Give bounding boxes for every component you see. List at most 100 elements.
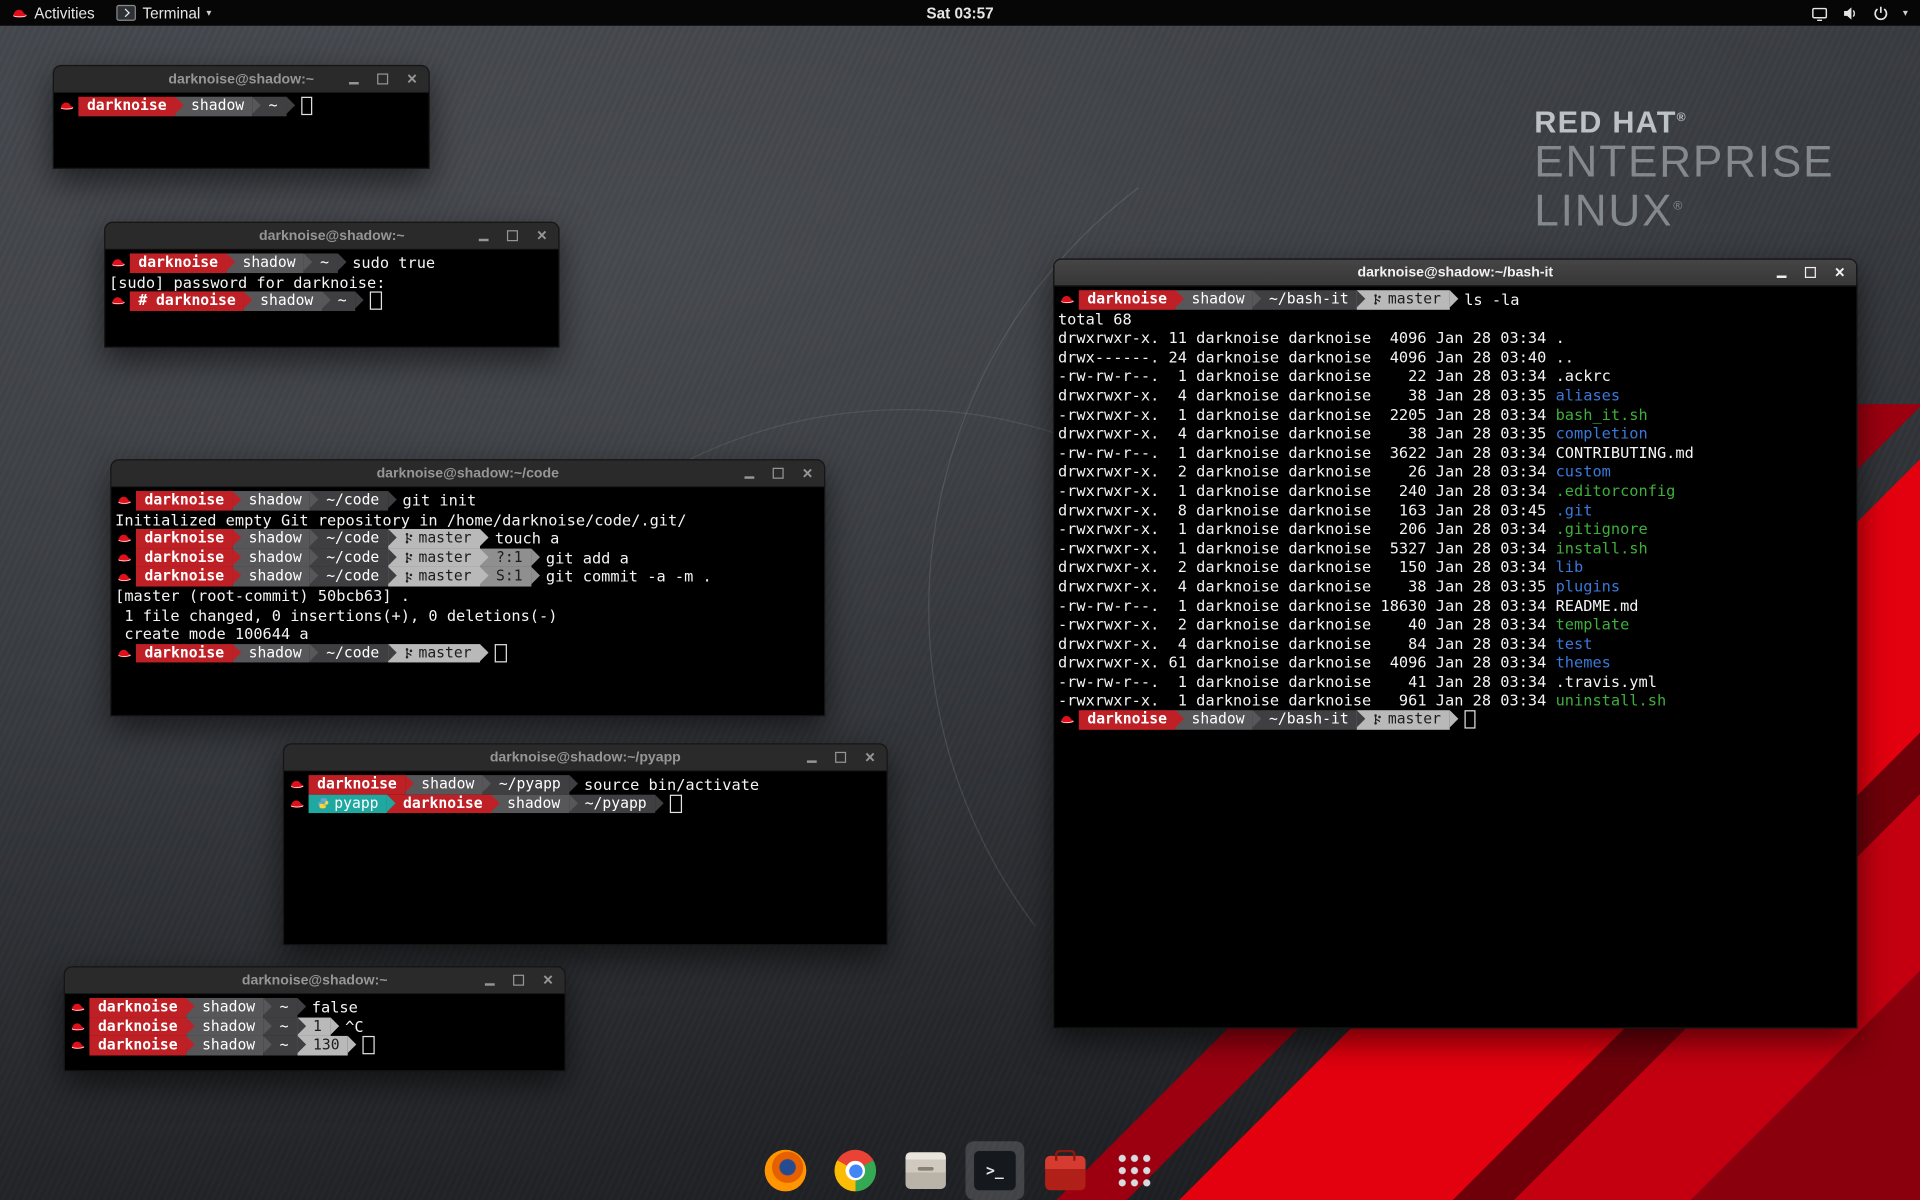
output-line: -rwxrwxr-x. 1 darknoise darknoise 5327 J… xyxy=(1058,538,1853,557)
segment-label: ~/bash-it xyxy=(1269,710,1349,729)
terminal-window[interactable]: darknoise@shadow:~/code×darknoiseshadow~… xyxy=(110,459,825,716)
segment-label: ~/pyapp xyxy=(499,775,561,794)
segment-label: ~/code xyxy=(326,567,379,586)
prompt-line: darknoiseshadow~sudo true xyxy=(109,253,555,272)
volume-icon[interactable] xyxy=(1842,4,1859,21)
dock-item-files[interactable] xyxy=(903,1149,947,1193)
output-text: -rw-rw-r--. 1 darknoise darknoise 22 Jan… xyxy=(1058,367,1556,385)
terminal-window[interactable]: darknoise@shadow:~×darknoiseshadow~ xyxy=(53,65,430,169)
redhat-icon xyxy=(289,798,305,809)
output-line: -rwxrwxr-x. 1 darknoise darknoise 2205 J… xyxy=(1058,405,1853,424)
git-branch-icon xyxy=(404,532,414,545)
redhat-icon xyxy=(289,779,305,790)
output-line: -rw-rw-r--. 1 darknoise darknoise 18630 … xyxy=(1058,596,1853,615)
terminal-window[interactable]: darknoise@shadow:~/pyapp×darknoiseshadow… xyxy=(283,743,888,945)
close-button[interactable]: × xyxy=(404,71,420,87)
segment-label: darknoise xyxy=(144,529,224,548)
output-text: drwxrwxr-x. 4 darknoise darknoise 38 Jan… xyxy=(1058,386,1556,404)
window-titlebar[interactable]: darknoise@shadow:~/bash-it× xyxy=(1054,260,1856,287)
maximize-button[interactable] xyxy=(833,749,849,765)
prompt-line: # darknoiseshadow~ xyxy=(109,292,555,311)
redhat-icon xyxy=(110,258,126,269)
activities-button[interactable]: Activities xyxy=(0,0,106,26)
output-text: CONTRIBUTING.md xyxy=(1556,443,1694,461)
minimize-button[interactable] xyxy=(1773,264,1789,280)
dock-item-toolbox[interactable] xyxy=(1043,1149,1087,1193)
minimize-button[interactable] xyxy=(481,972,497,988)
screen-icon[interactable] xyxy=(1811,4,1828,21)
segment-label: shadow xyxy=(202,1017,255,1036)
output-line: drwxrwxr-x. 61 darknoise darknoise 4096 … xyxy=(1058,653,1853,672)
power-icon[interactable] xyxy=(1872,4,1889,21)
close-button[interactable]: × xyxy=(862,749,878,765)
minimize-button[interactable] xyxy=(741,465,757,481)
filename-text: aliases xyxy=(1556,386,1621,404)
maximize-button[interactable] xyxy=(1802,264,1818,280)
window-titlebar[interactable]: darknoise@shadow:~/pyapp× xyxy=(284,744,886,771)
segment-label: shadow xyxy=(249,567,302,586)
close-button[interactable]: × xyxy=(800,465,816,481)
system-status-area[interactable]: ▾ xyxy=(1811,0,1920,26)
prompt-segment: darknoise xyxy=(136,529,233,548)
segment-label: ~ xyxy=(280,1036,289,1055)
clock[interactable]: Sat 03:57 xyxy=(917,0,1004,26)
output-line: drwxrwxr-x. 2 darknoise darknoise 150 Ja… xyxy=(1058,558,1853,577)
window-titlebar[interactable]: darknoise@shadow:~× xyxy=(65,967,565,994)
close-button[interactable]: × xyxy=(1832,264,1848,280)
terminal-window[interactable]: darknoise@shadow:~/bash-it×darknoiseshad… xyxy=(1053,258,1857,1028)
prompt-line: darknoiseshadow~/codemastertouch a xyxy=(115,529,820,548)
prompt-segment: darknoise xyxy=(136,644,233,663)
command-text: ^C xyxy=(345,1017,363,1036)
filename-text: bash_it.sh xyxy=(1556,405,1648,423)
close-button[interactable]: × xyxy=(540,972,556,988)
output-text: -rw-rw-r--. 1 darknoise darknoise 3622 J… xyxy=(1058,443,1556,461)
terminal-content[interactable]: darknoiseshadow~falsedarknoiseshadow~1^C… xyxy=(65,994,565,1059)
window-titlebar[interactable]: darknoise@shadow:~× xyxy=(105,223,558,250)
prompt-segment: shadow xyxy=(227,253,305,272)
toolbox-icon xyxy=(1044,1156,1084,1190)
terminal-content[interactable]: darknoiseshadow~/bash-itmasterls -latota… xyxy=(1054,287,1856,734)
window-controls: × xyxy=(475,223,550,249)
python-icon xyxy=(317,798,329,810)
maximize-button[interactable] xyxy=(504,228,520,244)
dock-item-firefox[interactable] xyxy=(763,1149,807,1193)
output-line: drwxrwxr-x. 4 darknoise darknoise 84 Jan… xyxy=(1058,634,1853,653)
maximize-button[interactable] xyxy=(511,972,527,988)
terminal-content[interactable]: darknoiseshadow~sudo true[sudo] password… xyxy=(105,250,558,315)
output-text: -rwxrwxr-x. 1 darknoise darknoise 5327 J… xyxy=(1058,538,1556,556)
segment-label: master xyxy=(418,567,471,586)
prompt-segment: shadow xyxy=(1176,290,1254,309)
prompt-segment: shadow xyxy=(233,644,311,663)
minimize-button[interactable] xyxy=(475,228,491,244)
output-line: [master (root-commit) 50bcb63] . xyxy=(115,586,820,605)
terminal-content[interactable]: darknoiseshadow~ xyxy=(54,93,429,119)
close-button[interactable]: × xyxy=(534,228,550,244)
prompt-segment: shadow xyxy=(1176,710,1254,729)
output-line: -rwxrwxr-x. 2 darknoise darknoise 40 Jan… xyxy=(1058,615,1853,634)
maximize-button[interactable] xyxy=(770,465,786,481)
dock-item-chrome[interactable] xyxy=(833,1149,877,1193)
window-titlebar[interactable]: darknoise@shadow:~/code× xyxy=(111,460,824,487)
files-icon xyxy=(905,1152,945,1189)
terminal-window[interactable]: darknoise@shadow:~×darknoiseshadow~false… xyxy=(64,966,566,1071)
window-titlebar[interactable]: darknoise@shadow:~× xyxy=(54,66,429,93)
maximize-button[interactable] xyxy=(375,71,391,87)
segment-label: ~ xyxy=(280,998,289,1017)
app-menu-terminal[interactable]: Terminal ▾ xyxy=(106,0,223,26)
terminal-content[interactable]: darknoiseshadow~/codegit initInitialized… xyxy=(111,487,824,666)
minimize-button[interactable] xyxy=(345,71,361,87)
output-line: -rw-rw-r--. 1 darknoise darknoise 41 Jan… xyxy=(1058,672,1853,691)
prompt-segment: master xyxy=(1357,290,1449,309)
dock-item-terminal[interactable]: >_ xyxy=(973,1149,1017,1193)
dock-item-show-applications[interactable] xyxy=(1112,1149,1156,1193)
minimize-button[interactable] xyxy=(803,749,819,765)
watermark-enterprise: ENTERPRISE xyxy=(1534,139,1834,184)
segment-label: darknoise xyxy=(317,775,397,794)
terminal-content[interactable]: darknoiseshadow~/pyappsource bin/activat… xyxy=(284,771,886,817)
output-line: total 68 xyxy=(1058,309,1853,328)
terminal-window[interactable]: darknoise@shadow:~×darknoiseshadow~sudo … xyxy=(104,222,560,348)
output-text: drwxrwxr-x. 4 darknoise darknoise 84 Jan… xyxy=(1058,634,1556,652)
prompt-segment: ~/pyapp xyxy=(483,775,569,794)
prompt-line: darknoiseshadow~/bash-itmasterls -la xyxy=(1058,290,1853,309)
segment-label: shadow xyxy=(1191,290,1244,309)
